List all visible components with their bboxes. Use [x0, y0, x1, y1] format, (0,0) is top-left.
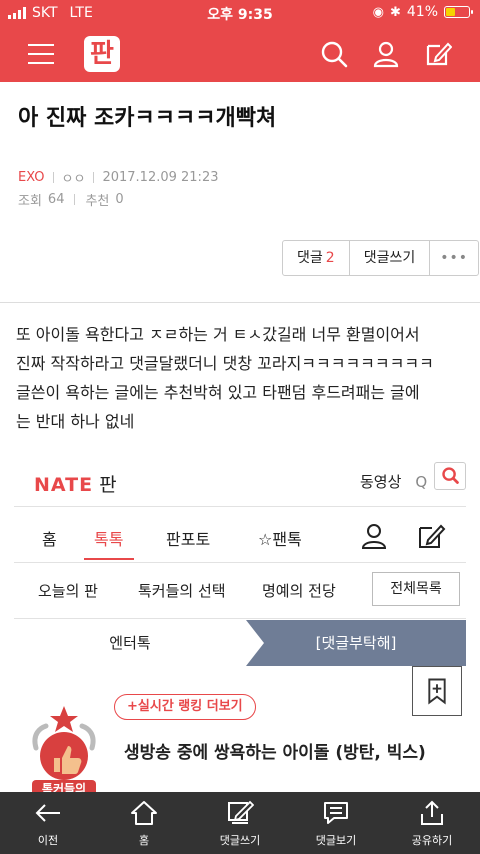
pann-logo[interactable]: 판 [84, 36, 120, 72]
nate-logo: NATE 판 [34, 474, 118, 496]
embedded-screenshot: NATE 판 동영상 Q 홈 톡톡 판포토 ☆팬톡 오늘의 판 톡커들의 선택 명예… [14, 462, 466, 792]
write-comment-button[interactable]: 댓글쓰기 [350, 241, 431, 275]
back-arrow-icon [35, 804, 60, 822]
post-author: ㅇㅇ [61, 172, 86, 187]
share-label: 공유하기 [411, 834, 453, 847]
post-title: 아 진짜 조카ㅋㅋㅋㅋ개빡쳐 [18, 106, 277, 131]
post-date: 2017.12.09 21:23 [102, 170, 219, 185]
views-count: 64 [47, 192, 65, 207]
comments-count: 2 [325, 250, 335, 266]
embed-tab-entertalk: 엔터톡 [14, 620, 246, 666]
battery-icon [444, 6, 473, 18]
back-label: 이전 [37, 834, 59, 847]
comments-icon [324, 802, 348, 824]
embed-nav: 홈 톡톡 판포토 ☆팬톡 [14, 518, 466, 564]
bookmark-button[interactable] [412, 666, 462, 716]
embed-subnav: 오늘의 판 톡커들의 선택 명예의 전당 전체목록 [14, 566, 466, 614]
body-line: 글쓴이 욕하는 글에는 추천박혀 있고 타팬덤 후드려패는 글에 [16, 383, 420, 402]
badge-text: 톡커들의 [41, 782, 87, 792]
embed-subnav-item: 오늘의 판 [38, 582, 98, 600]
comments-button[interactable]: 댓글 2 [283, 241, 350, 275]
embed-nav-toktok: 톡톡 [94, 530, 124, 549]
embed-tabs: 엔터톡 [댓글부탁해] [14, 620, 466, 666]
write-comment-nav-button[interactable]: 댓글쓰기 [192, 792, 288, 854]
hot-post-title: 생방송 중에 쌍욕하는 아이돌 (방탄, 빅스) [124, 743, 426, 763]
write-comment-label: 댓글쓰기 [219, 834, 261, 847]
ranking-badge: 톡커들의 [24, 698, 104, 792]
embed-all-list: 전체목록 [372, 572, 460, 606]
more-button[interactable]: ••• [430, 241, 478, 275]
tab-arrow-shape [246, 620, 264, 666]
write-comment-icon [228, 800, 254, 824]
home-button[interactable]: 홈 [96, 792, 192, 854]
bookmark-icon [428, 678, 446, 705]
recommend-label: 추천 [85, 194, 110, 209]
post-stats: 조회 64 추천 0 [18, 190, 124, 209]
user-icon[interactable] [372, 40, 400, 68]
realtime-ranking-button: +실시간 랭킹 더보기 [114, 694, 256, 720]
embed-write-icon [419, 524, 446, 548]
embed-nav-home: 홈 [42, 530, 57, 549]
comments-label: 댓글 [297, 250, 323, 266]
body-line: 진짜 작작하라고 댓글달랬더니 댓창 꼬라지ㅋㅋㅋㅋㅋㅋㅋㅋㅋ [16, 354, 434, 373]
embed-nav-fantalk: ☆팬톡 [258, 530, 302, 549]
menu-icon[interactable] [28, 44, 54, 64]
view-comments-label: 댓글보기 [315, 834, 357, 847]
bottom-nav: 이전 홈 댓글쓰기 댓글보기 공유하기 [0, 792, 480, 854]
search-icon[interactable] [320, 40, 348, 68]
views-label: 조회 [18, 194, 42, 209]
share-icon [421, 800, 443, 825]
bluetooth-icon: ✱ [389, 4, 401, 20]
back-button[interactable]: 이전 [0, 792, 96, 854]
share-button[interactable]: 공유하기 [384, 792, 480, 854]
post-category[interactable]: EXO [18, 170, 45, 185]
embed-subnav-item: 톡커들의 선택 [138, 582, 226, 600]
status-bar: SKT LTE 오후 9:35 ◉ ✱ 41% [0, 0, 480, 26]
body-line: 또 아이돌 욕한다고 ㅈㄹ하는 거 ㅌㅅ갔길래 너무 환멸이어서 [16, 325, 420, 344]
post-actions: 댓글 2 댓글쓰기 ••• [282, 240, 479, 276]
video-link: 동영상 Q [360, 473, 428, 491]
embed-subnav-item: 명예의 전당 [262, 582, 336, 600]
recommend-count: 0 [115, 192, 124, 207]
post-meta: EXO ㅇㅇ 2017.12.09 21:23 [18, 168, 218, 187]
embed-nav-photo: 판포토 [166, 530, 211, 549]
divider [0, 302, 480, 303]
embed-tab-request: [댓글부탁해] [246, 620, 466, 666]
post-body: 또 아이돌 욕한다고 ㅈㄹ하는 거 ㅌㅅ갔길래 너무 환멸이어서 진짜 작작하라… [16, 320, 468, 436]
battery-label: 41% [406, 4, 438, 20]
app-header: 판 [0, 26, 480, 82]
home-icon [131, 801, 157, 825]
lock-rotation-icon: ◉ [372, 4, 384, 20]
write-icon[interactable] [424, 40, 452, 68]
view-comments-button[interactable]: 댓글보기 [288, 792, 384, 854]
embed-search-icon [434, 462, 466, 490]
home-label: 홈 [138, 834, 150, 847]
body-line: 는 반대 하나 없네 [16, 412, 135, 431]
embed-user-icon [361, 524, 387, 549]
